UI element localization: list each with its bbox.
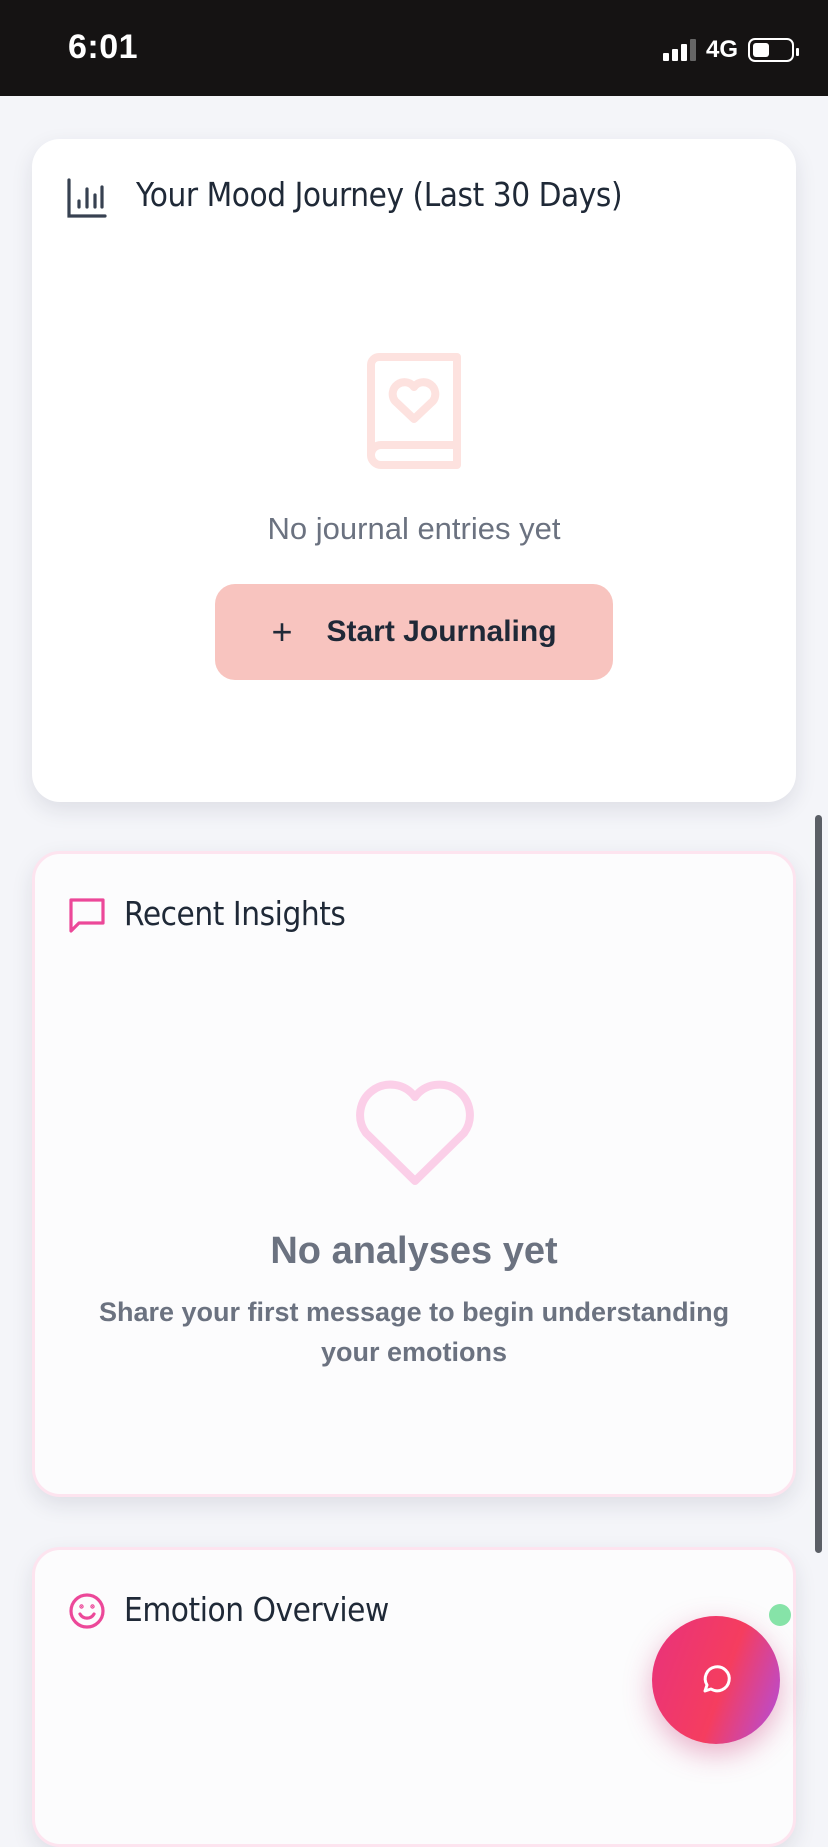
smile-icon	[69, 1593, 105, 1629]
mood-journey-title: Your Mood Journey (Last 30 Days)	[136, 175, 623, 214]
scrollbar[interactable]	[815, 815, 822, 1553]
network-type: 4G	[705, 36, 738, 63]
recent-insights-card: Recent Insights No analyses yet Share yo…	[32, 851, 796, 1497]
no-analyses-title: No analyses yet	[270, 1230, 558, 1272]
empty-journal-text: No journal entries yet	[267, 511, 561, 546]
chat-bubble-icon	[703, 1665, 731, 1693]
start-journaling-button[interactable]: + Start Journaling	[215, 584, 613, 680]
recent-insights-title: Recent Insights	[124, 894, 346, 933]
no-analyses-text: Share your first message to begin unders…	[98, 1297, 730, 1367]
bar-chart-icon	[67, 178, 107, 218]
status-time: 6:01	[68, 28, 139, 66]
plus-icon: +	[271, 611, 293, 652]
heart-icon	[356, 1080, 474, 1185]
emotion-overview-title: Emotion Overview	[124, 1590, 389, 1629]
chat-fab-button[interactable]	[652, 1616, 780, 1744]
journal-heart-icon	[367, 353, 461, 469]
message-square-icon	[69, 898, 105, 933]
online-indicator	[769, 1604, 791, 1626]
status-bar: 6:01 4G	[0, 0, 828, 96]
mood-journey-card: Your Mood Journey (Last 30 Days) No jour…	[32, 139, 796, 802]
status-indicators: 4G	[662, 36, 799, 64]
signal-icon	[662, 39, 696, 61]
battery-icon	[748, 38, 799, 62]
start-journaling-label: Start Journaling	[326, 615, 557, 648]
